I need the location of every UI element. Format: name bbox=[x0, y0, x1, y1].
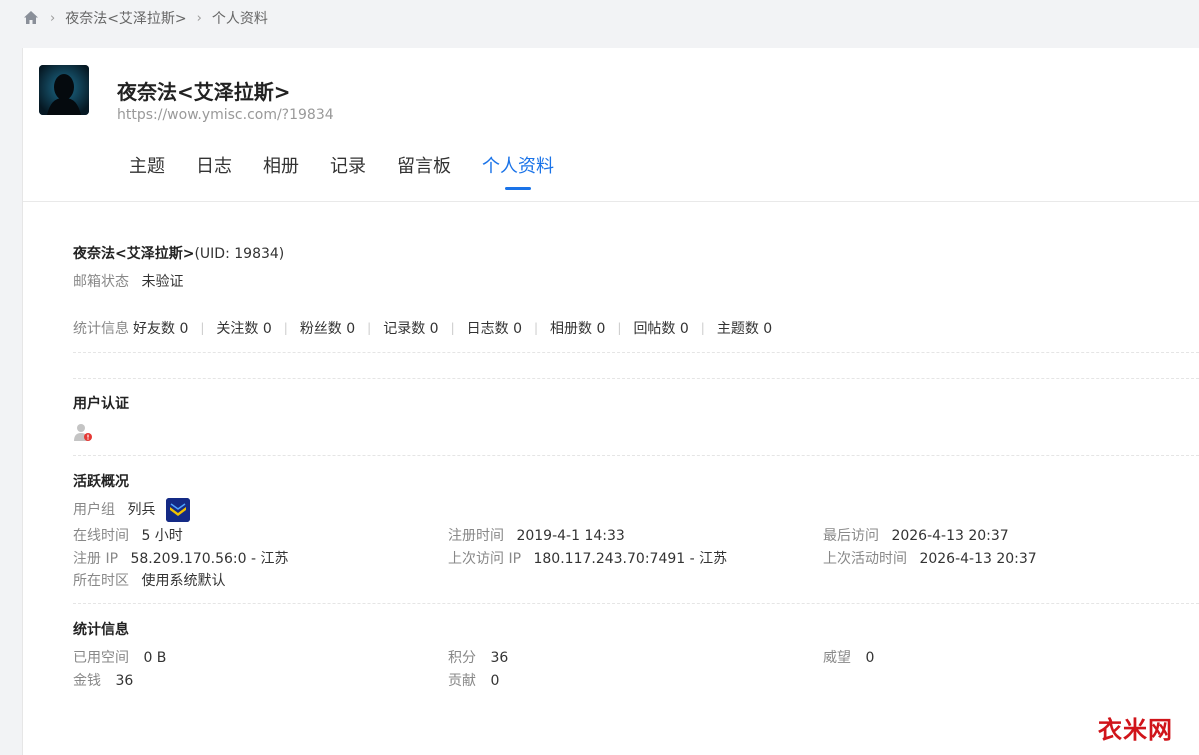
prestige: 威望 0 bbox=[823, 647, 874, 667]
tab-records[interactable]: 记录 bbox=[330, 152, 366, 190]
points-value: 36 bbox=[490, 650, 509, 666]
tab-topics[interactable]: 主题 bbox=[129, 152, 165, 190]
stat-topics[interactable]: 主题数 0 bbox=[717, 318, 772, 338]
breadcrumb: › 夜奈法<艾泽拉斯> › 个人资料 bbox=[22, 6, 268, 30]
stat-followers[interactable]: 粉丝数 0 bbox=[300, 318, 355, 338]
user-name-uid: 夜奈法<艾泽拉斯>(UID: 19834) bbox=[73, 243, 284, 263]
avatar[interactable] bbox=[39, 65, 89, 115]
email-status: 邮箱状态 未验证 bbox=[73, 271, 183, 291]
user-group-value[interactable]: 列兵 bbox=[127, 502, 155, 518]
points-label: 积分 bbox=[448, 650, 476, 666]
points: 积分 36 bbox=[448, 647, 508, 667]
online-time: 在线时间 5 小时 bbox=[73, 525, 183, 545]
divider bbox=[73, 455, 1199, 456]
contribution-value: 0 bbox=[490, 673, 500, 689]
email-status-value: 未验证 bbox=[141, 274, 184, 290]
register-ip-label: 注册 IP bbox=[73, 551, 119, 567]
user-group: 用户组 列兵 bbox=[73, 498, 190, 522]
info-uid: (UID: 19834) bbox=[194, 246, 285, 262]
online-time-label: 在线时间 bbox=[73, 528, 129, 544]
money-value: 36 bbox=[115, 673, 134, 689]
register-ip: 注册 IP 58.209.170.56:0 - 江苏 bbox=[73, 548, 288, 568]
last-active: 上次活动时间 2026-4-13 20:37 bbox=[823, 548, 1037, 568]
breadcrumb-separator: › bbox=[196, 10, 202, 26]
divider bbox=[73, 603, 1199, 604]
user-unverified-icon[interactable] bbox=[73, 422, 93, 444]
breadcrumb-user-link[interactable]: 夜奈法<艾泽拉斯> bbox=[65, 8, 186, 28]
register-time: 注册时间 2019-4-1 14:33 bbox=[448, 525, 625, 545]
statistics-title: 统计信息 bbox=[73, 622, 129, 638]
user-group-label: 用户组 bbox=[73, 502, 115, 518]
last-active-value: 2026-4-13 20:37 bbox=[919, 551, 1037, 567]
certification-title: 用户认证 bbox=[73, 396, 129, 412]
contribution: 贡献 0 bbox=[448, 670, 499, 690]
used-space-value: 0 B bbox=[143, 650, 167, 666]
last-visit: 最后访问 2026-4-13 20:37 bbox=[823, 525, 1009, 545]
last-ip-label: 上次访问 IP bbox=[448, 551, 522, 567]
online-time-value: 5 小时 bbox=[141, 528, 183, 544]
used-space: 已用空间 0 B bbox=[73, 647, 166, 667]
profile-tabs: 主题 日志 相册 记录 留言板 个人资料 bbox=[129, 152, 585, 190]
last-ip-value: 180.117.243.70:7491 - 江苏 bbox=[533, 551, 728, 567]
stats-label: 统计信息 bbox=[73, 321, 129, 337]
profile-url[interactable]: https://wow.ymisc.com/?19834 bbox=[117, 107, 334, 123]
timezone-label: 所在时区 bbox=[73, 573, 129, 589]
stat-replies[interactable]: 回帖数 0 bbox=[633, 318, 688, 338]
home-icon[interactable] bbox=[22, 9, 40, 27]
last-visit-value: 2026-4-13 20:37 bbox=[891, 528, 1009, 544]
stat-records[interactable]: 记录数 0 bbox=[383, 318, 438, 338]
last-ip: 上次访问 IP 180.117.243.70:7491 - 江苏 bbox=[448, 548, 727, 568]
stat-blogs[interactable]: 日志数 0 bbox=[467, 318, 522, 338]
tab-guestbook[interactable]: 留言板 bbox=[397, 152, 451, 190]
rank-badge-icon bbox=[165, 498, 190, 522]
profile-card: 夜奈法<艾泽拉斯> https://wow.ymisc.com/?19834 主… bbox=[22, 48, 1199, 755]
tab-profile[interactable]: 个人资料 bbox=[482, 152, 554, 190]
profile-header: 夜奈法<艾泽拉斯> https://wow.ymisc.com/?19834 主… bbox=[23, 48, 1199, 202]
activity-title: 活跃概况 bbox=[73, 474, 129, 490]
breadcrumb-current: 个人资料 bbox=[211, 11, 268, 27]
used-space-label: 已用空间 bbox=[73, 650, 129, 666]
email-status-label: 邮箱状态 bbox=[73, 274, 129, 290]
stat-albums[interactable]: 相册数 0 bbox=[550, 318, 605, 338]
money-label: 金钱 bbox=[73, 673, 101, 689]
divider bbox=[73, 352, 1199, 353]
tab-album[interactable]: 相册 bbox=[263, 152, 299, 190]
register-time-value: 2019-4-1 14:33 bbox=[516, 528, 625, 544]
divider bbox=[73, 378, 1199, 379]
prestige-label: 威望 bbox=[823, 650, 851, 666]
last-active-label: 上次活动时间 bbox=[823, 551, 907, 567]
avatar-image bbox=[39, 65, 89, 115]
contribution-label: 贡献 bbox=[448, 673, 476, 689]
last-visit-label: 最后访问 bbox=[823, 528, 879, 544]
stat-friends[interactable]: 好友数 0 bbox=[133, 318, 188, 338]
info-name: 夜奈法<艾泽拉斯> bbox=[73, 246, 195, 262]
stat-following[interactable]: 关注数 0 bbox=[216, 318, 271, 338]
register-time-label: 注册时间 bbox=[448, 528, 504, 544]
timezone: 所在时区 使用系统默认 bbox=[73, 570, 225, 590]
register-ip-value: 58.209.170.56:0 - 江苏 bbox=[130, 551, 289, 567]
money: 金钱 36 bbox=[73, 670, 133, 690]
profile-name: 夜奈法<艾泽拉斯> bbox=[117, 80, 291, 104]
stats-row: 统计信息 好友数 0 | 关注数 0 | 粉丝数 0 | 记录数 0 | 日志数… bbox=[73, 318, 772, 338]
tab-blog[interactable]: 日志 bbox=[196, 152, 232, 190]
prestige-value: 0 bbox=[865, 650, 875, 666]
breadcrumb-separator: › bbox=[50, 10, 56, 26]
timezone-value: 使用系统默认 bbox=[141, 573, 226, 589]
site-watermark: 衣米网 bbox=[1098, 716, 1173, 744]
